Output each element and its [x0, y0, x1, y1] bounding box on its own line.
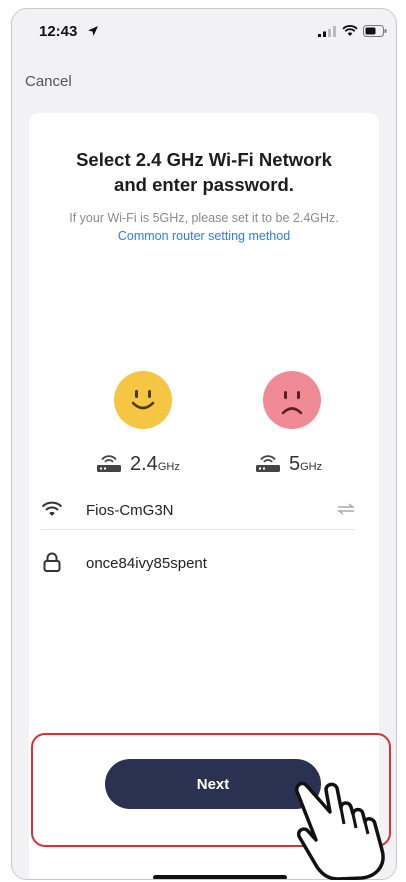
password-value: once84ivy85spent — [86, 555, 207, 572]
battery-icon — [363, 25, 387, 37]
page-subtitle: If your Wi-Fi is 5GHz, please set it to … — [49, 209, 359, 245]
title-line-1: Select 2.4 GHz Wi-Fi Network — [76, 149, 332, 170]
wifi-icon — [41, 501, 63, 516]
cancel-button[interactable]: Cancel — [25, 73, 72, 90]
band-2-4ghz: 2.4 GHz — [96, 453, 180, 475]
wifi-network-field[interactable]: Fios-CmG3N — [41, 489, 356, 530]
location-arrow-icon — [88, 26, 98, 36]
home-indicator — [153, 875, 287, 879]
happy-face-icon — [114, 371, 172, 429]
password-field[interactable]: once84ivy85spent — [41, 541, 356, 581]
wifi-network-value: Fios-CmG3N — [86, 502, 174, 519]
band-number: 2.4 — [130, 453, 158, 475]
switch-network-icon[interactable] — [336, 503, 356, 515]
sad-face-icon — [263, 371, 321, 429]
router-icon — [256, 455, 280, 472]
band-number: 5 — [289, 453, 301, 475]
screenshot-frame: 12:43 Cancel Select 2.4 GHz Wi-Fi Networ… — [0, 0, 406, 882]
title-line-2: and enter password. — [114, 174, 294, 195]
subtitle-text: If your Wi-Fi is 5GHz, please set it to … — [69, 211, 339, 225]
wifi-icon — [342, 25, 358, 36]
band-unit: GHz — [300, 461, 323, 473]
status-time: 12:43 — [39, 23, 78, 40]
band-unit: GHz — [157, 461, 180, 473]
router-settings-link[interactable]: Common router setting method — [118, 229, 290, 243]
pointing-hand-icon — [294, 781, 385, 880]
band-5ghz: 5 GHz — [255, 453, 322, 475]
page-title: Select 2.4 GHz Wi-Fi Network and enter p… — [29, 147, 379, 197]
router-icon — [97, 455, 121, 472]
lock-icon — [43, 552, 61, 572]
cellular-signal-icon — [318, 26, 336, 37]
status-bar: 12:43 — [12, 9, 396, 53]
